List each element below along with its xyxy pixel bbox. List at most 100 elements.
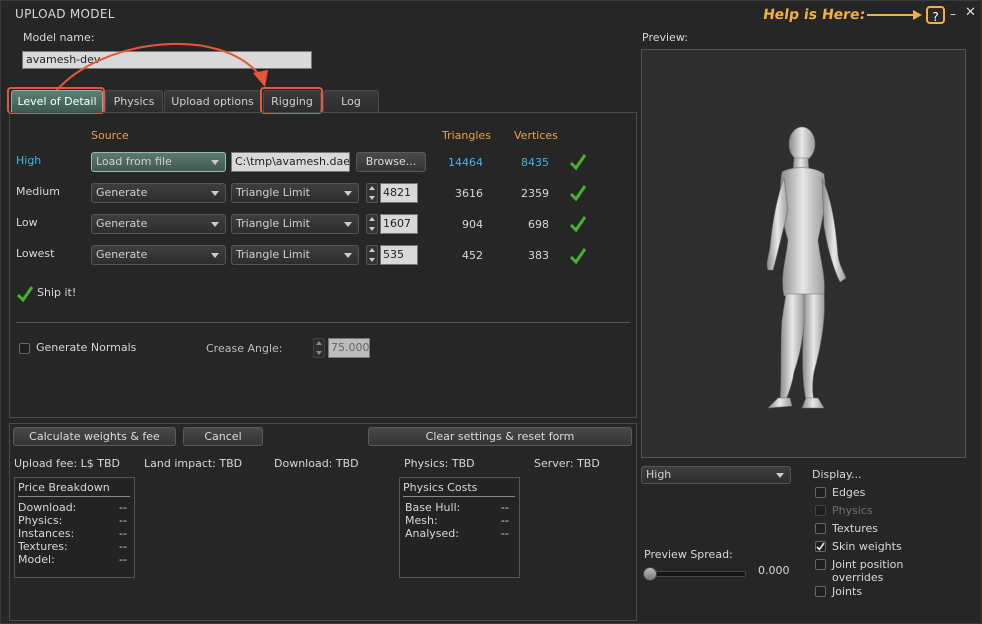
physics-cost-value: --	[501, 527, 509, 540]
chevron-down-icon	[211, 222, 219, 227]
lod-high-source-select[interactable]: Load from file	[91, 152, 226, 172]
lod-lowest-vertices: 383	[528, 249, 549, 262]
checkmark-icon	[569, 216, 587, 233]
breakdown-value: --	[119, 527, 127, 540]
breakdown-label: Download:	[18, 501, 77, 514]
skin-weights-checkbox[interactable]	[815, 541, 826, 552]
ship-it-label: Ship it!	[37, 286, 77, 299]
physics-cost-label: Base Hull:	[405, 501, 461, 514]
physics-checkbox[interactable]	[815, 505, 826, 516]
download-text: Download: TBD	[274, 457, 359, 470]
generate-normals-checkbox[interactable]	[19, 343, 30, 354]
close-icon[interactable]: ✕	[965, 5, 976, 20]
lod-medium-limit-input[interactable]: 4821	[380, 183, 418, 203]
triangles-header: Triangles	[442, 129, 491, 142]
clear-settings-button[interactable]: Clear settings & reset form	[368, 427, 632, 446]
crease-angle-stepper[interactable]	[313, 338, 325, 358]
generate-normals-label: Generate Normals	[36, 341, 137, 354]
title-bar[interactable]: UPLOAD MODEL Help is Here: ? – ✕	[1, 1, 981, 27]
lod-high-triangles: 14464	[448, 156, 483, 169]
lod-lowest-method-select[interactable]: Triangle Limit	[231, 245, 359, 265]
checkmark-icon	[16, 286, 34, 303]
lod-row-label-medium: Medium	[16, 185, 60, 198]
lod-low-method-select[interactable]: Triangle Limit	[231, 214, 359, 234]
tab-highlight-lod	[7, 87, 105, 114]
lod-lowest-limit-stepper[interactable]	[366, 245, 378, 265]
tab-log[interactable]: Log	[323, 90, 379, 112]
checkmark-icon	[816, 542, 825, 551]
checkmark-icon	[569, 185, 587, 202]
lod-low-source-select[interactable]: Generate	[91, 214, 226, 234]
breakdown-label: Physics:	[18, 514, 63, 527]
edges-label: Edges	[832, 486, 866, 499]
lod-row-label-lowest: Lowest	[16, 247, 55, 260]
breakdown-value: --	[119, 514, 127, 527]
server-text: Server: TBD	[534, 457, 600, 470]
breakdown-value: --	[119, 501, 127, 514]
chevron-down-icon	[211, 191, 219, 196]
price-breakdown-box: Price Breakdown Download: -- Physics: --…	[14, 477, 135, 578]
physics-text: Physics: TBD	[404, 457, 475, 470]
lod-low-method-value: Triangle Limit	[236, 217, 310, 230]
lod-low-limit-stepper[interactable]	[366, 214, 378, 234]
checkmark-icon	[569, 248, 587, 265]
checkmark-icon	[569, 154, 587, 171]
slider-handle[interactable]	[643, 567, 657, 581]
price-breakdown-title: Price Breakdown	[18, 481, 110, 494]
divider	[18, 496, 130, 497]
preview-spread-label: Preview Spread:	[644, 548, 733, 561]
joints-label: Joints	[832, 585, 863, 598]
lod-medium-source-value: Generate	[96, 186, 148, 199]
lod-high-file-input[interactable]: C:\tmp\avamesh.dae	[231, 152, 350, 172]
lod-row-label-low: Low	[16, 216, 38, 229]
lod-lowest-limit-input[interactable]: 535	[380, 245, 418, 265]
textures-checkbox[interactable]	[815, 523, 826, 534]
lod-medium-method-value: Triangle Limit	[236, 186, 310, 199]
calculate-weights-button[interactable]: Calculate weights & fee	[13, 427, 176, 446]
physics-cost-value: --	[501, 514, 509, 527]
lod-lowest-triangles: 452	[462, 249, 483, 262]
browse-button[interactable]: Browse...	[356, 152, 426, 172]
land-impact-text: Land impact: TBD	[144, 457, 243, 470]
lod-low-source-value: Generate	[96, 217, 148, 230]
lod-high-vertices: 8435	[521, 156, 549, 169]
preview-lod-value: High	[646, 468, 672, 481]
lod-low-vertices: 698	[528, 218, 549, 231]
physics-costs-box: Physics Costs Base Hull: -- Mesh: -- Ana…	[399, 477, 520, 578]
lod-medium-vertices: 2359	[521, 187, 549, 200]
divider	[16, 322, 630, 323]
tab-physics[interactable]: Physics	[105, 90, 163, 112]
chevron-down-icon	[211, 253, 219, 258]
help-annotation-text: Help is Here:	[761, 7, 867, 23]
preview-viewport[interactable]	[641, 49, 966, 458]
joints-checkbox[interactable]	[815, 586, 826, 597]
chevron-down-icon	[211, 160, 219, 165]
chevron-down-icon	[776, 473, 784, 478]
tab-upload-options[interactable]: Upload options	[164, 90, 261, 112]
physics-label: Physics	[832, 504, 873, 517]
help-button[interactable]: ?	[926, 6, 945, 24]
physics-costs-title: Physics Costs	[403, 481, 478, 494]
physics-cost-value: --	[501, 501, 509, 514]
breakdown-label: Model:	[18, 553, 55, 566]
lod-low-limit-input[interactable]: 1607	[380, 214, 418, 234]
preview-spread-slider[interactable]	[646, 571, 746, 577]
breakdown-value: --	[119, 540, 127, 553]
minimize-icon[interactable]: –	[950, 7, 956, 21]
preview-lod-select[interactable]: High	[641, 466, 791, 484]
lod-medium-source-select[interactable]: Generate	[91, 183, 226, 203]
cancel-button[interactable]: Cancel	[183, 427, 263, 446]
lod-medium-method-select[interactable]: Triangle Limit	[231, 183, 359, 203]
lod-lowest-source-select[interactable]: Generate	[91, 245, 226, 265]
chevron-down-icon	[344, 253, 352, 258]
divider	[403, 496, 515, 497]
edges-checkbox[interactable]	[815, 487, 826, 498]
breakdown-label: Instances:	[18, 527, 75, 540]
lod-medium-limit-stepper[interactable]	[366, 183, 378, 203]
crease-angle-input[interactable]: 75.000	[328, 338, 370, 358]
lod-lowest-source-value: Generate	[96, 248, 148, 261]
lod-high-source-value: Load from file	[96, 155, 172, 168]
window-title: UPLOAD MODEL	[15, 7, 115, 21]
physics-cost-label: Mesh:	[405, 514, 438, 527]
joint-overrides-checkbox[interactable]	[815, 559, 826, 570]
